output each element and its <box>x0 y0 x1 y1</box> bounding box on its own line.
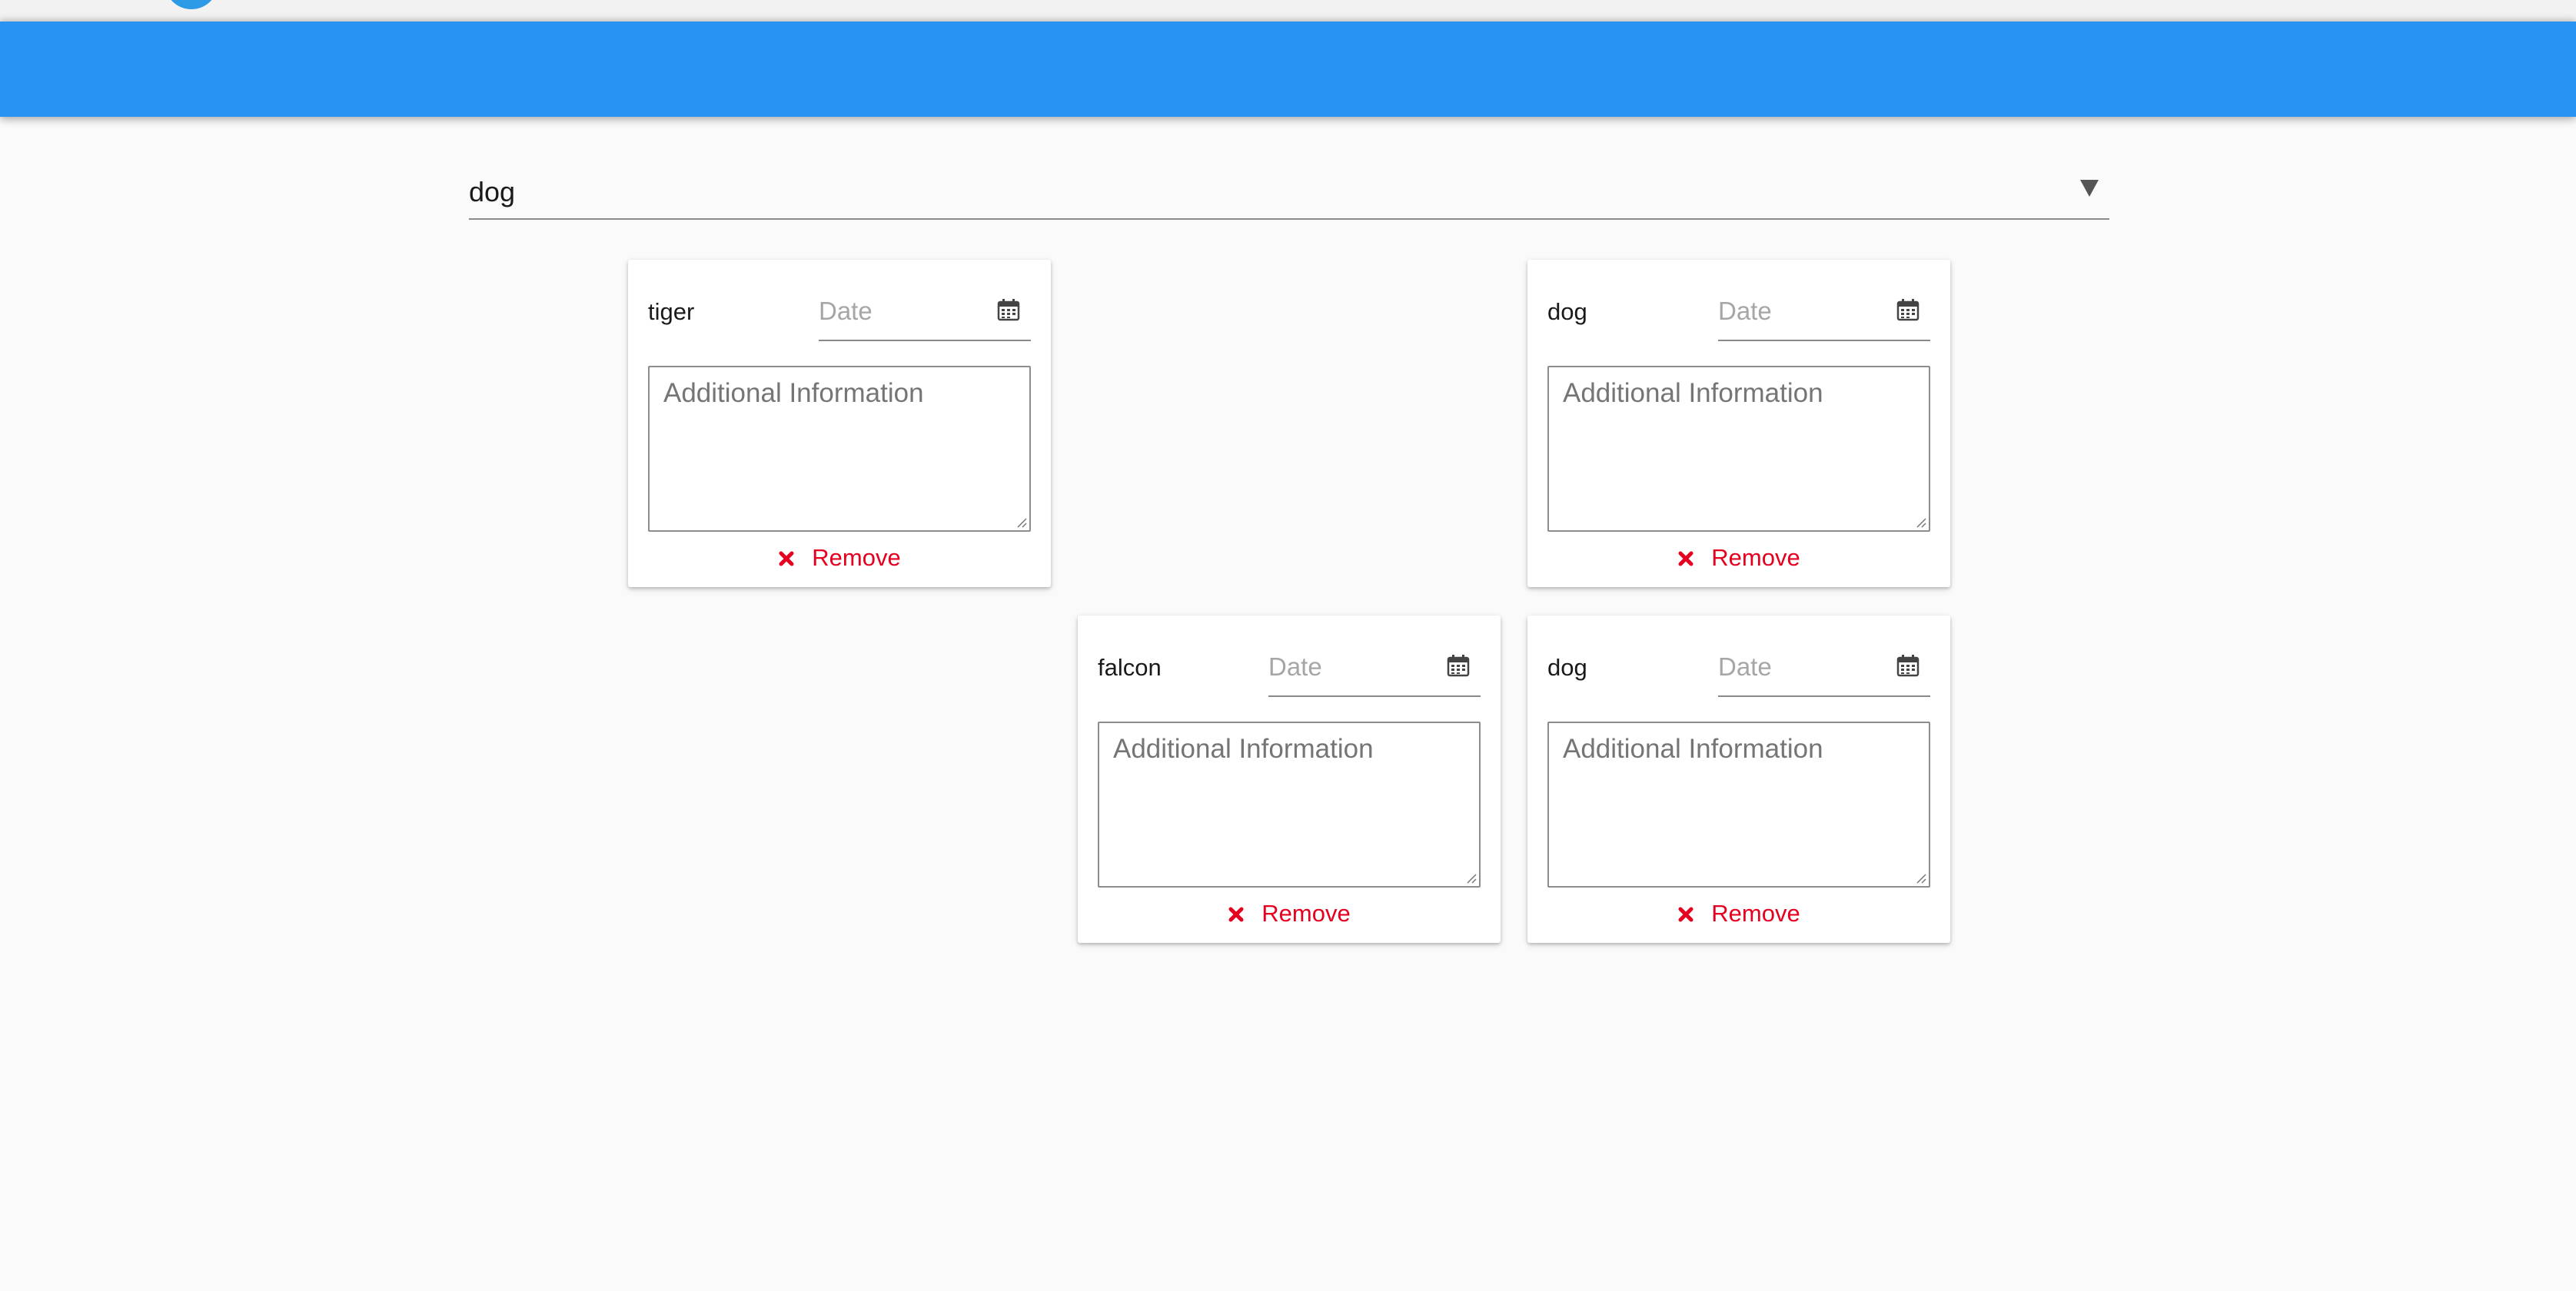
date-placeholder: Date <box>1718 297 1772 325</box>
info-placeholder: Additional Information <box>1563 734 1823 764</box>
additional-info-textarea[interactable]: Additional Information <box>1547 366 1930 532</box>
remove-label: Remove <box>1711 544 1800 571</box>
triangle-down-icon[interactable] <box>2080 180 2099 197</box>
remove-button[interactable]: Remove <box>1078 897 1501 931</box>
animal-card: dog Date Additional Information Remove <box>1527 616 1950 943</box>
calendar-icon[interactable] <box>1447 654 1470 677</box>
date-input[interactable]: Date <box>1718 649 1930 697</box>
resize-handle-icon[interactable] <box>1464 871 1477 884</box>
additional-info-textarea[interactable]: Additional Information <box>1547 722 1930 888</box>
remove-label: Remove <box>1711 900 1800 927</box>
info-placeholder: Additional Information <box>663 378 924 408</box>
date-input[interactable]: Date <box>819 294 1031 341</box>
close-x-icon <box>1228 906 1245 923</box>
date-placeholder: Date <box>1718 652 1772 681</box>
card-name: tiger <box>648 298 695 325</box>
calendar-icon[interactable] <box>997 298 1020 321</box>
top-strip <box>0 0 2576 22</box>
close-x-icon <box>1677 906 1694 923</box>
app-bar <box>0 22 2576 117</box>
animal-card: falcon Date Additional Information Remov… <box>1078 616 1501 943</box>
resize-handle-icon[interactable] <box>1914 516 1926 528</box>
date-input[interactable]: Date <box>1268 649 1481 697</box>
avatar[interactable] <box>165 0 218 9</box>
close-x-icon <box>1677 550 1694 567</box>
animal-card: tiger Date Additional Information Remove <box>628 260 1051 587</box>
card-name: dog <box>1547 298 1587 325</box>
date-placeholder: Date <box>1268 652 1322 681</box>
calendar-icon[interactable] <box>1896 298 1920 321</box>
info-placeholder: Additional Information <box>1563 378 1823 408</box>
animal-select[interactable]: dog <box>469 161 2109 220</box>
calendar-icon[interactable] <box>1896 654 1920 677</box>
remove-label: Remove <box>812 544 901 571</box>
additional-info-textarea[interactable]: Additional Information <box>1098 722 1481 888</box>
remove-button[interactable]: Remove <box>1527 541 1950 575</box>
resize-handle-icon[interactable] <box>1015 516 1027 528</box>
date-placeholder: Date <box>819 297 873 325</box>
card-name: falcon <box>1098 654 1162 681</box>
remove-label: Remove <box>1261 900 1351 927</box>
card-name: dog <box>1547 654 1587 681</box>
remove-button[interactable]: Remove <box>628 541 1051 575</box>
remove-button[interactable]: Remove <box>1527 897 1950 931</box>
animal-card: dog Date Additional Information Remove <box>1527 260 1950 587</box>
info-placeholder: Additional Information <box>1113 734 1374 764</box>
date-input[interactable]: Date <box>1718 294 1930 341</box>
resize-handle-icon[interactable] <box>1914 871 1926 884</box>
select-value: dog <box>469 176 516 207</box>
close-x-icon <box>778 550 795 567</box>
additional-info-textarea[interactable]: Additional Information <box>648 366 1031 532</box>
